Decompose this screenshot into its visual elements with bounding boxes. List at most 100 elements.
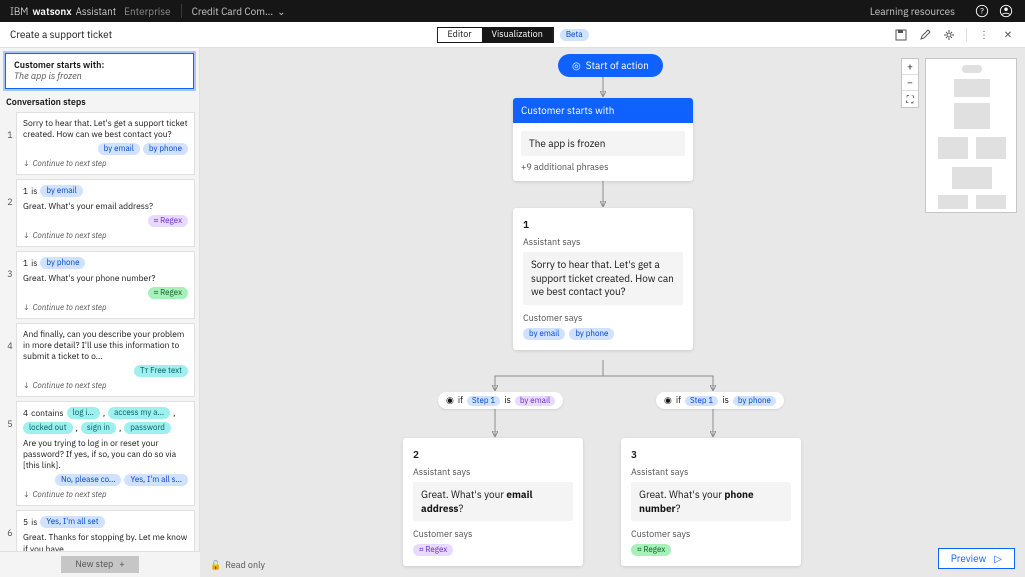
start-value: The app is frozen <box>14 71 185 82</box>
svg-text:?: ? <box>980 7 984 17</box>
cond-op: is <box>31 258 37 269</box>
plus-icon: + <box>119 559 124 570</box>
step-item[interactable]: 1 Sorry to hear that. Let's get a suppor… <box>4 112 195 179</box>
step-item[interactable]: 4 And finally, can you describe your pro… <box>4 323 195 401</box>
node-number: 3 <box>631 448 791 461</box>
brand-main: watsonx <box>32 5 71 18</box>
option-chip: Yes, I'm all s... <box>124 474 188 486</box>
new-step-button[interactable]: New step + <box>61 556 138 573</box>
step-item[interactable]: 5 4 contains log i... , access my a... ,… <box>4 401 195 510</box>
response-type-chip: ⌗ Regex <box>631 544 671 556</box>
comma: , <box>103 408 105 419</box>
condition-pill-right[interactable]: ◉ if Step 1 is by phone <box>656 392 784 409</box>
comma: , <box>76 423 78 434</box>
help-icon[interactable]: ? <box>973 2 991 20</box>
step-number: 1 <box>4 112 16 141</box>
brand: IBM watsonx Assistant Enterprise <box>10 5 171 18</box>
cond-op: contains <box>31 408 63 419</box>
assistant-text: Great. What's your phone number? <box>631 482 791 521</box>
value-chip: by phone <box>733 396 776 406</box>
response-type-chip: ⌗ Regex <box>148 287 188 299</box>
cond-chip: by phone <box>40 257 85 269</box>
cond-chip: password <box>124 422 171 434</box>
action-bar-tools: ⋮ ✕ <box>894 28 1015 42</box>
view-toggle: Editor Visualization <box>436 27 553 43</box>
step-text: Are you trying to log in or reset your p… <box>23 438 188 471</box>
continue-indicator: ↓Continue to next step <box>23 303 188 313</box>
step-text: Sorry to hear that. Let's get a support … <box>23 118 188 140</box>
assistant-text: Great. What's your email address? <box>413 482 573 521</box>
continue-indicator: ↓Continue to next step <box>23 381 188 391</box>
flow-node-1[interactable]: 1 Assistant says Sorry to hear that. Let… <box>513 208 693 350</box>
arrow-down-icon: ↓ <box>23 159 30 169</box>
save-icon[interactable] <box>894 28 908 42</box>
response-type-chip: Tт Free text <box>134 365 188 377</box>
minimap[interactable] <box>925 58 1017 213</box>
option-chip: by phone <box>143 143 188 155</box>
comma: , <box>173 408 175 419</box>
target-icon: ◎ <box>572 59 581 72</box>
arrow-down-icon: ↓ <box>23 303 30 313</box>
sidebar: Customer starts with: The app is frozen … <box>0 48 200 577</box>
eye-icon: ◉ <box>446 395 454 406</box>
phrase-box: The app is frozen <box>521 131 685 156</box>
cond-op: is <box>31 186 37 197</box>
value-chip: by email <box>515 396 555 406</box>
flow-node-3[interactable]: 3 Assistant says Great. What's your phon… <box>621 438 801 566</box>
step-number: 6 <box>4 510 16 539</box>
cond-chip: sign in <box>81 422 116 434</box>
user-avatar-icon[interactable] <box>997 2 1015 20</box>
node-header: Customer starts with <box>513 98 693 123</box>
response-type-chip: ⌗ Regex <box>413 544 453 556</box>
continue-indicator: ↓Continue to next step <box>23 490 188 500</box>
tab-visualization[interactable]: Visualization <box>482 28 553 42</box>
flow-node-2[interactable]: 2 Assistant says Great. What's your emai… <box>403 438 583 566</box>
step-text: Great. What's your email address? <box>23 201 188 212</box>
tab-editor[interactable]: Editor <box>437 28 481 42</box>
condition-pill-left[interactable]: ◉ if Step 1 is by email <box>438 392 563 409</box>
overflow-icon[interactable]: ⋮ <box>977 28 991 42</box>
edit-icon[interactable] <box>918 28 932 42</box>
continue-indicator: ↓Continue to next step <box>23 231 188 241</box>
comma: , <box>119 423 121 434</box>
cond-chip: Yes, I'm all set <box>40 516 104 528</box>
start-of-action-pill[interactable]: ◎ Start of action <box>558 54 663 77</box>
assistant-says-label: Assistant says <box>413 467 573 478</box>
cond-step-num: 1 <box>23 258 28 269</box>
step-item[interactable]: 3 1 is by phone Great. What's your phone… <box>4 251 195 323</box>
zoom-in-button[interactable]: + <box>902 59 918 75</box>
steps-list[interactable]: 1 Sorry to hear that. Let's get a suppor… <box>0 112 199 577</box>
zoom-out-button[interactable]: − <box>902 75 918 91</box>
continue-indicator: ↓Continue to next step <box>23 159 188 169</box>
arrow-down-icon: ↓ <box>23 231 30 241</box>
customer-starts-box[interactable]: Customer starts with: The app is frozen <box>5 53 194 89</box>
learning-resources-link[interactable]: Learning resources <box>870 5 955 18</box>
option-chip: by email <box>523 328 565 340</box>
cond-step-num: 1 <box>23 186 28 197</box>
option-chip: No, please co... <box>55 474 122 486</box>
zoom-controls: + − ⛶ <box>901 58 919 108</box>
preview-button[interactable]: Preview ▷ <box>938 548 1015 569</box>
sidebar-footer: New step + <box>0 551 200 577</box>
fit-screen-button[interactable]: ⛶ <box>902 91 918 107</box>
customer-starts-node[interactable]: Customer starts with The app is frozen +… <box>513 98 693 181</box>
toolbar-separator <box>966 28 967 42</box>
cond-chip: by email <box>40 185 82 197</box>
step-number: 2 <box>4 179 16 208</box>
arrow-down-icon: ↓ <box>23 381 30 391</box>
assistant-says-label: Assistant says <box>523 237 683 248</box>
project-name: Credit Card Com... <box>192 5 274 18</box>
chevron-down-icon: ⌄ <box>277 5 285 18</box>
step-item[interactable]: 2 1 is by email Great. What's your email… <box>4 179 195 251</box>
project-switcher[interactable]: Credit Card Com... ⌄ <box>192 5 286 18</box>
cond-chip: access my a... <box>108 407 170 419</box>
flow-canvas[interactable]: ◎ Start of action Customer starts with T… <box>200 48 1025 577</box>
step-number: 3 <box>4 251 16 280</box>
option-chip: by email <box>98 143 140 155</box>
close-icon[interactable]: ✕ <box>1001 28 1015 42</box>
beta-badge: Beta <box>560 29 589 41</box>
main-layout: Customer starts with: The app is frozen … <box>0 48 1025 577</box>
assistant-says-label: Assistant says <box>631 467 791 478</box>
step-number: 5 <box>4 401 16 430</box>
gear-icon[interactable] <box>942 28 956 42</box>
